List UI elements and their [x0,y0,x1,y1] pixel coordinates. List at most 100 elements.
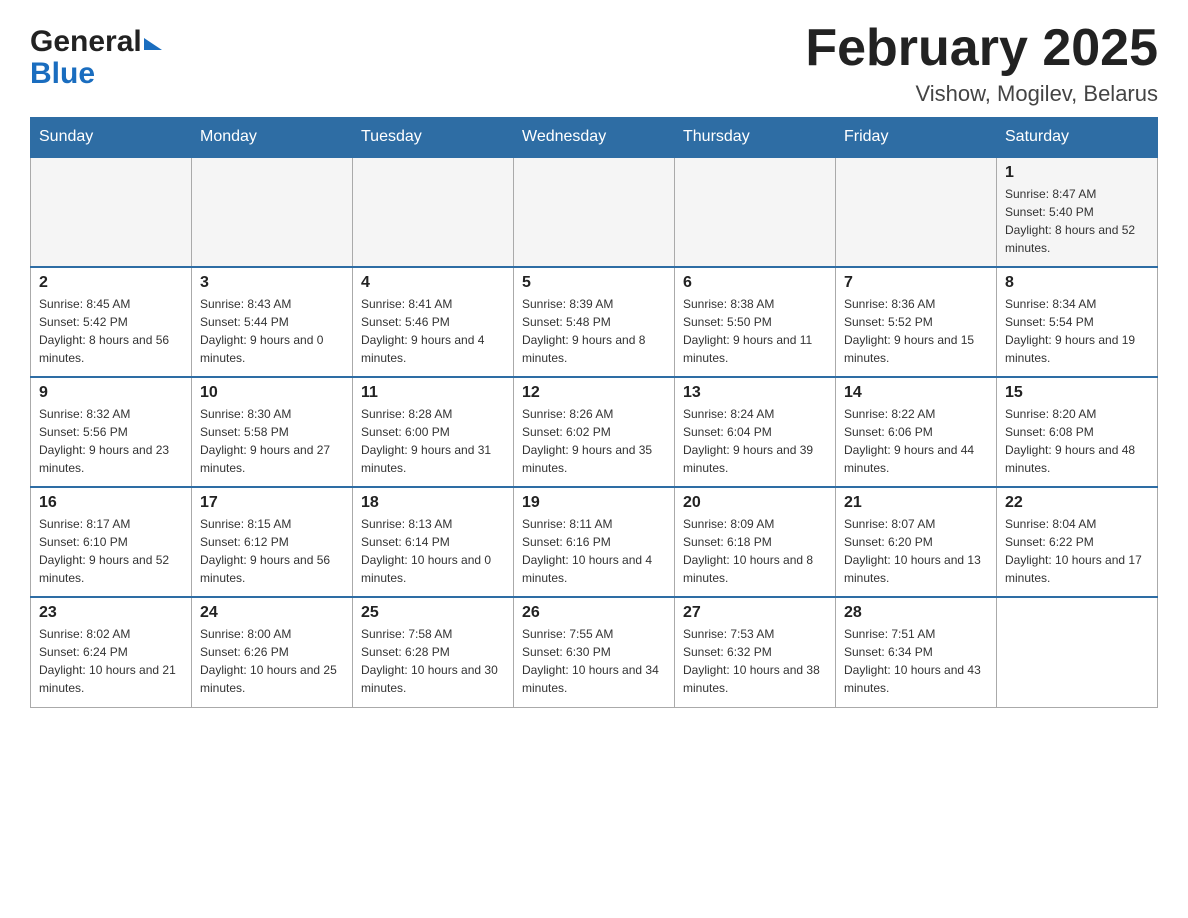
day-info: Sunrise: 8:20 AMSunset: 6:08 PMDaylight:… [1005,405,1149,477]
day-number: 25 [361,604,505,622]
calendar-cell: 21 Sunrise: 8:07 AMSunset: 6:20 PMDayligh… [836,487,997,597]
calendar-cell: 16Sunrise: 8:17 AMSunset: 6:10 PMDayligh… [31,487,192,597]
calendar-cell [514,157,675,267]
day-number: 10 [200,384,344,402]
calendar-week-4: 16Sunrise: 8:17 AMSunset: 6:10 PMDayligh… [31,487,1158,597]
day-info: Sunrise: 8:38 AMSunset: 5:50 PMDaylight:… [683,295,827,367]
title-section: February 2025 Vishow, Mogilev, Belarus [805,20,1158,107]
calendar-cell: 11 Sunrise: 8:28 AMSunset: 6:00 PMDayligh… [353,377,514,487]
day-number: 11 [361,384,505,402]
day-info: Sunrise: 8:02 AMSunset: 6:24 PMDaylight:… [39,625,183,697]
day-info: Sunrise: 8:17 AMSunset: 6:10 PMDaylight:… [39,515,183,587]
day-info: Sunrise: 8:22 AMSunset: 6:06 PMDaylight:… [844,405,988,477]
day-number: 15 [1005,384,1149,402]
day-number: 20 [683,494,827,512]
logo-general-text: General [30,25,142,59]
calendar-week-3: 9 Sunrise: 8:32 AMSunset: 5:56 PMDaylight… [31,377,1158,487]
day-number: 13 [683,384,827,402]
weekday-header-thursday: Thursday [675,118,836,158]
day-number: 28 [844,604,988,622]
day-number: 22 [1005,494,1149,512]
calendar-cell: 14 Sunrise: 8:22 AMSunset: 6:06 PMDayligh… [836,377,997,487]
weekday-header-tuesday: Tuesday [353,118,514,158]
day-info: Sunrise: 8:41 AMSunset: 5:46 PMDaylight:… [361,295,505,367]
day-number: 4 [361,274,505,292]
day-number: 1 [1005,164,1149,182]
calendar-cell: 24 Sunrise: 8:00 AMSunset: 6:26 PMDayligh… [192,597,353,707]
calendar-week-1: 1 Sunrise: 8:47 AMSunset: 5:40 PMDaylight… [31,157,1158,267]
calendar-cell: 20 Sunrise: 8:09 AMSunset: 6:18 PMDayligh… [675,487,836,597]
day-number: 24 [200,604,344,622]
calendar-cell: 26Sunrise: 7:55 AMSunset: 6:30 PMDayligh… [514,597,675,707]
weekday-header-sunday: Sunday [31,118,192,158]
day-info: Sunrise: 8:07 AMSunset: 6:20 PMDaylight:… [844,515,988,587]
day-info: Sunrise: 8:09 AMSunset: 6:18 PMDaylight:… [683,515,827,587]
calendar-cell: 5Sunrise: 8:39 AMSunset: 5:48 PMDaylight… [514,267,675,377]
logo-arrow-icon [144,38,162,50]
calendar-table: SundayMondayTuesdayWednesdayThursdayFrid… [30,117,1158,708]
day-info: Sunrise: 8:39 AMSunset: 5:48 PMDaylight:… [522,295,666,367]
day-info: Sunrise: 8:28 AMSunset: 6:00 PMDaylight:… [361,405,505,477]
day-info: Sunrise: 8:43 AMSunset: 5:44 PMDaylight:… [200,295,344,367]
day-number: 17 [200,494,344,512]
day-number: 14 [844,384,988,402]
day-info: Sunrise: 8:36 AMSunset: 5:52 PMDaylight:… [844,295,988,367]
calendar-cell [675,157,836,267]
day-info: Sunrise: 8:26 AMSunset: 6:02 PMDaylight:… [522,405,666,477]
weekday-header-monday: Monday [192,118,353,158]
calendar-cell: 15 Sunrise: 8:20 AMSunset: 6:08 PMDayligh… [997,377,1158,487]
calendar-cell: 10 Sunrise: 8:30 AMSunset: 5:58 PMDayligh… [192,377,353,487]
day-info: Sunrise: 7:58 AMSunset: 6:28 PMDaylight:… [361,625,505,697]
calendar-cell: 8 Sunrise: 8:34 AMSunset: 5:54 PMDaylight… [997,267,1158,377]
day-number: 12 [522,384,666,402]
day-number: 27 [683,604,827,622]
calendar-cell [192,157,353,267]
calendar-cell: 1 Sunrise: 8:47 AMSunset: 5:40 PMDaylight… [997,157,1158,267]
calendar-cell: 28Sunrise: 7:51 AMSunset: 6:34 PMDayligh… [836,597,997,707]
month-title: February 2025 [805,20,1158,77]
calendar-cell [836,157,997,267]
day-number: 8 [1005,274,1149,292]
day-info: Sunrise: 8:34 AMSunset: 5:54 PMDaylight:… [1005,295,1149,367]
calendar-cell: 9 Sunrise: 8:32 AMSunset: 5:56 PMDaylight… [31,377,192,487]
calendar-week-2: 2 Sunrise: 8:45 AMSunset: 5:42 PMDaylight… [31,267,1158,377]
calendar-cell: 27Sunrise: 7:53 AMSunset: 6:32 PMDayligh… [675,597,836,707]
day-info: Sunrise: 8:30 AMSunset: 5:58 PMDaylight:… [200,405,344,477]
location-title: Vishow, Mogilev, Belarus [805,81,1158,107]
weekday-header-saturday: Saturday [997,118,1158,158]
calendar-cell: 18 Sunrise: 8:13 AMSunset: 6:14 PMDayligh… [353,487,514,597]
logo: General Blue [30,20,162,91]
day-number: 2 [39,274,183,292]
calendar-cell: 2 Sunrise: 8:45 AMSunset: 5:42 PMDaylight… [31,267,192,377]
day-number: 19 [522,494,666,512]
day-number: 21 [844,494,988,512]
calendar-cell: 23Sunrise: 8:02 AMSunset: 6:24 PMDayligh… [31,597,192,707]
calendar-cell [997,597,1158,707]
calendar-week-5: 23Sunrise: 8:02 AMSunset: 6:24 PMDayligh… [31,597,1158,707]
calendar-cell [353,157,514,267]
calendar-cell: 22Sunrise: 8:04 AMSunset: 6:22 PMDayligh… [997,487,1158,597]
weekday-header-wednesday: Wednesday [514,118,675,158]
day-number: 3 [200,274,344,292]
day-info: Sunrise: 8:00 AMSunset: 6:26 PMDaylight:… [200,625,344,697]
calendar-cell: 25 Sunrise: 7:58 AMSunset: 6:28 PMDayligh… [353,597,514,707]
calendar-cell: 13Sunrise: 8:24 AMSunset: 6:04 PMDayligh… [675,377,836,487]
day-info: Sunrise: 8:47 AMSunset: 5:40 PMDaylight:… [1005,185,1149,257]
calendar-cell: 19 Sunrise: 8:11 AMSunset: 6:16 PMDayligh… [514,487,675,597]
day-info: Sunrise: 8:15 AMSunset: 6:12 PMDaylight:… [200,515,344,587]
calendar-cell [31,157,192,267]
day-info: Sunrise: 8:11 AMSunset: 6:16 PMDaylight:… [522,515,666,587]
day-info: Sunrise: 8:32 AMSunset: 5:56 PMDaylight:… [39,405,183,477]
day-number: 9 [39,384,183,402]
calendar-cell: 17 Sunrise: 8:15 AMSunset: 6:12 PMDayligh… [192,487,353,597]
day-number: 7 [844,274,988,292]
calendar-cell: 6 Sunrise: 8:38 AMSunset: 5:50 PMDaylight… [675,267,836,377]
day-number: 18 [361,494,505,512]
day-info: Sunrise: 7:55 AMSunset: 6:30 PMDaylight:… [522,625,666,697]
calendar-cell: 4 Sunrise: 8:41 AMSunset: 5:46 PMDaylight… [353,267,514,377]
day-info: Sunrise: 8:45 AMSunset: 5:42 PMDaylight:… [39,295,183,367]
day-info: Sunrise: 8:13 AMSunset: 6:14 PMDaylight:… [361,515,505,587]
calendar-cell: 12 Sunrise: 8:26 AMSunset: 6:02 PMDayligh… [514,377,675,487]
day-number: 6 [683,274,827,292]
weekday-header-row: SundayMondayTuesdayWednesdayThursdayFrid… [31,118,1158,158]
